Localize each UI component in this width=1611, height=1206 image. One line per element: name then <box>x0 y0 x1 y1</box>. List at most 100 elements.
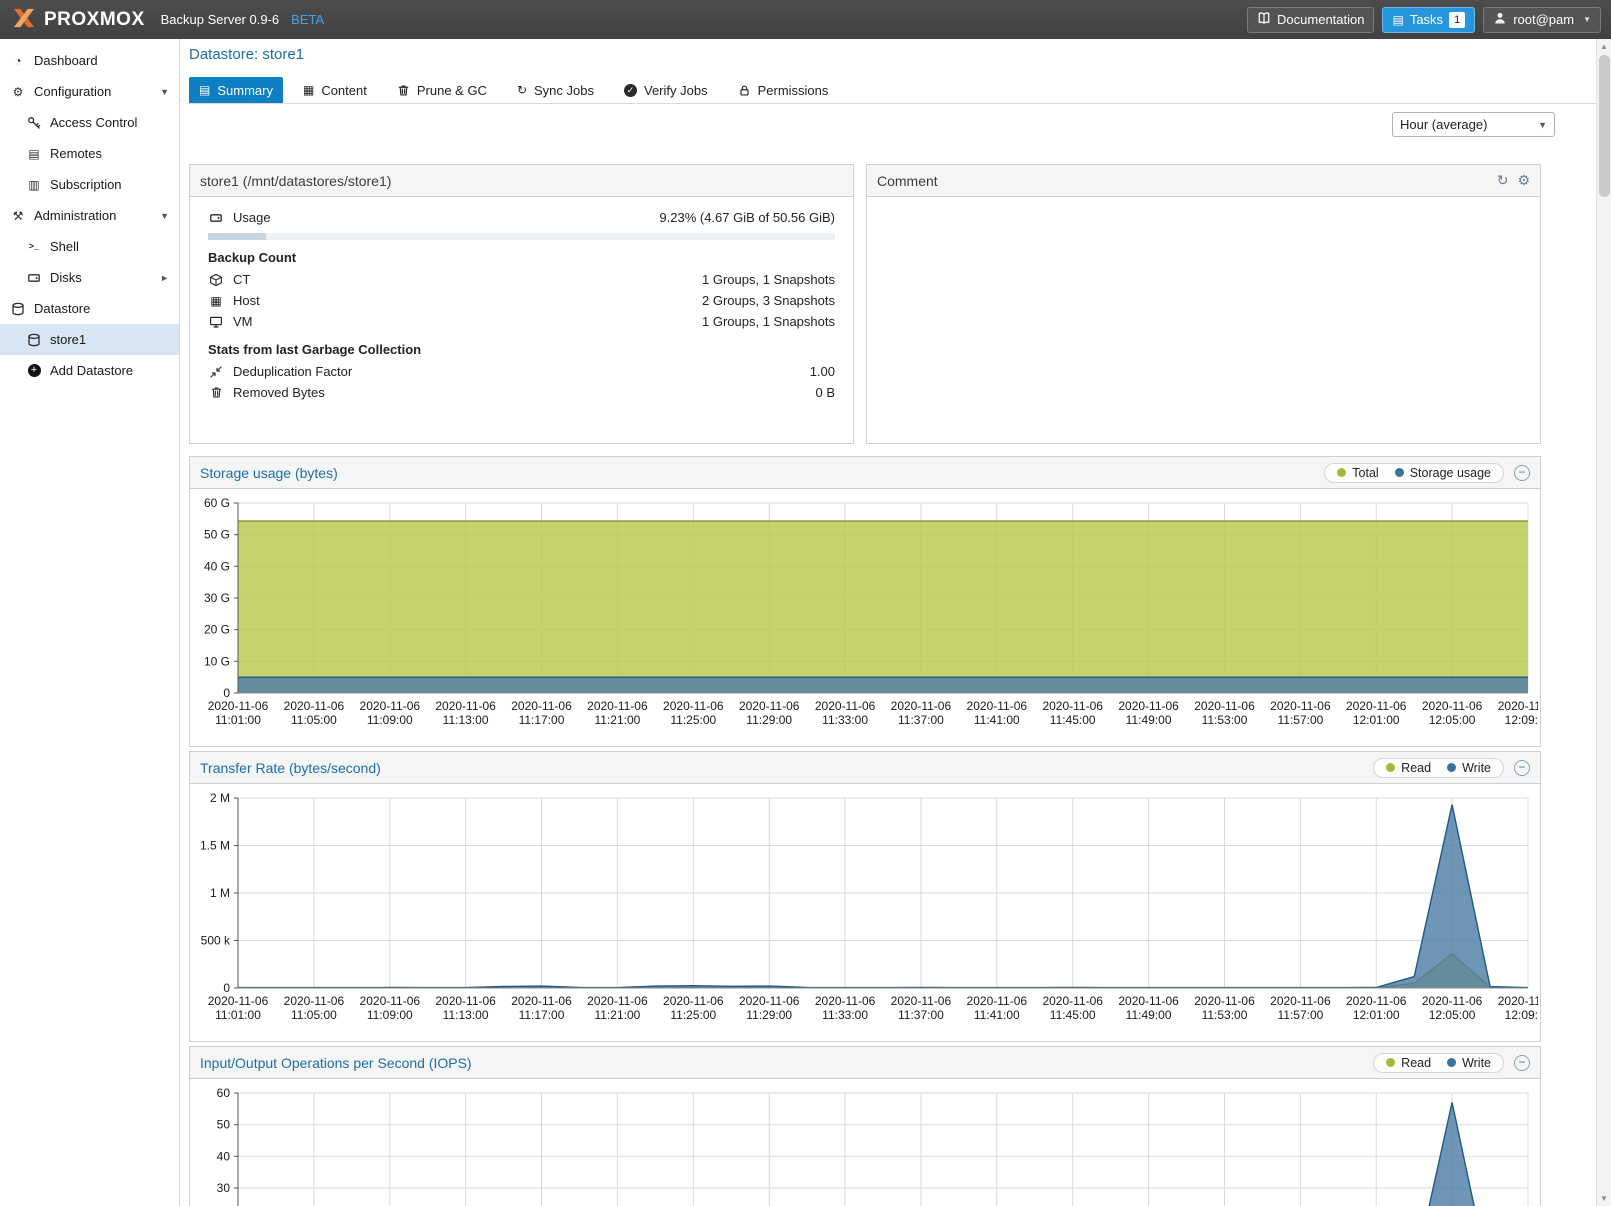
tab-prune-gc[interactable]: Prune & GC <box>387 77 497 103</box>
legend-read[interactable]: Read <box>1386 1056 1431 1070</box>
tab-content[interactable]: ▦ Content <box>293 77 377 103</box>
chevron-down-icon: ▼ <box>1538 120 1547 130</box>
expand-caret-icon[interactable]: ► <box>160 273 169 283</box>
collapse-caret-icon[interactable]: ▼ <box>160 87 169 97</box>
comment-panel: Comment ↻ ⚙ <box>866 164 1541 444</box>
svg-text:11:21:00: 11:21:00 <box>594 1008 640 1022</box>
olive-dot-icon <box>1337 468 1346 477</box>
svg-text:2020-11-06: 2020-11-06 <box>435 994 496 1008</box>
svg-text:2020-11-06: 2020-11-06 <box>1422 699 1483 713</box>
svg-text:11:45:00: 11:45:00 <box>1050 713 1096 727</box>
svg-text:40 G: 40 G <box>204 559 230 573</box>
user-menu-button[interactable]: root@pam ▼ <box>1483 7 1601 33</box>
documentation-button[interactable]: Documentation <box>1247 7 1374 33</box>
transfer-legend: Read Write <box>1373 758 1504 778</box>
brand-text: PROXMOX <box>44 9 145 31</box>
database-icon <box>26 333 42 347</box>
sidebar-item-disks[interactable]: Disks ► <box>0 262 179 293</box>
collapse-minus-icon[interactable]: − <box>1514 1055 1530 1071</box>
gear-icon[interactable]: ⚙ <box>1517 172 1530 189</box>
refresh-icon[interactable]: ↻ <box>1497 172 1509 189</box>
sidebar-item-shell[interactable]: >_ Shell <box>0 231 179 262</box>
proxmox-logo: PROXMOX <box>10 7 145 32</box>
svg-text:11:09:00: 11:09:00 <box>367 1008 413 1022</box>
svg-text:50: 50 <box>217 1118 231 1132</box>
iops-chart: 2020-11-0611:01:002020-11-0611:05:002020… <box>190 1079 1540 1206</box>
legend-total[interactable]: Total <box>1337 466 1378 480</box>
tab-bar: ▤ Summary ▦ Content Prune & GC ↻ Sync Jo… <box>189 77 1596 104</box>
sidebar-item-datastore[interactable]: Datastore <box>0 293 179 324</box>
tab-sync-jobs[interactable]: ↻ Sync Jobs <box>507 77 604 103</box>
svg-text:2020-11-06: 2020-11-06 <box>891 699 952 713</box>
sidebar-item-add-datastore[interactable]: + Add Datastore <box>0 355 179 386</box>
timeframe-select[interactable]: Hour (average) ▼ <box>1392 112 1555 137</box>
svg-text:11:41:00: 11:41:00 <box>974 1008 1020 1022</box>
tasks-count-badge: 1 <box>1449 12 1465 28</box>
collapse-minus-icon[interactable]: − <box>1514 465 1530 481</box>
svg-text:1 M: 1 M <box>210 886 230 900</box>
collapse-caret-icon[interactable]: ▼ <box>160 211 169 221</box>
compress-arrows-icon <box>208 365 224 379</box>
legend-read[interactable]: Read <box>1386 761 1431 775</box>
sidebar-item-remotes[interactable]: ▤ Remotes <box>0 138 179 169</box>
beta-link[interactable]: BETA <box>291 12 324 27</box>
user-icon <box>1493 11 1507 28</box>
legend-write[interactable]: Write <box>1447 761 1491 775</box>
hdd-icon <box>26 271 42 285</box>
svg-text:12:05:00: 12:05:00 <box>1429 713 1476 727</box>
svg-text:11:33:00: 11:33:00 <box>822 713 868 727</box>
svg-text:2020-11-06: 2020-11-06 <box>1118 699 1179 713</box>
dedup-factor-row: Deduplication Factor 1.00 <box>208 361 835 382</box>
svg-text:11:57:00: 11:57:00 <box>1277 713 1323 727</box>
svg-text:11:57:00: 11:57:00 <box>1277 1008 1323 1022</box>
sidebar-item-dashboard[interactable]: ◔ Dashboard <box>0 45 179 76</box>
key-icon <box>26 116 42 130</box>
terminal-icon: >_ <box>26 242 42 252</box>
tab-verify-jobs[interactable]: ✓ Verify Jobs <box>614 77 718 103</box>
olive-dot-icon <box>1386 763 1395 772</box>
svg-text:12:09:00: 12:09:00 <box>1505 1008 1538 1022</box>
database-icon <box>10 302 26 316</box>
hdd-icon <box>208 211 224 225</box>
transfer-rate-header: Transfer Rate (bytes/second) Read Write … <box>190 752 1540 784</box>
grid-icon: ▦ <box>303 83 314 97</box>
svg-text:2020-11-06: 2020-11-06 <box>663 699 724 713</box>
sidebar-item-configuration[interactable]: ⚙ Configuration ▼ <box>0 76 179 107</box>
summary-panel-body: Usage 9.23% (4.67 GiB of 50.56 GiB) Back… <box>190 197 853 443</box>
removed-bytes-row: Removed Bytes 0 B <box>208 382 835 403</box>
svg-text:12:05:00: 12:05:00 <box>1429 1008 1476 1022</box>
legend-write[interactable]: Write <box>1447 1056 1491 1070</box>
svg-text:11:45:00: 11:45:00 <box>1050 1008 1096 1022</box>
svg-text:11:17:00: 11:17:00 <box>519 1008 565 1022</box>
svg-text:30: 30 <box>217 1181 231 1195</box>
vertical-scrollbar[interactable]: ▲ ▼ <box>1596 39 1611 1206</box>
scroll-down-icon[interactable]: ▼ <box>1597 1191 1611 1206</box>
comment-panel-body[interactable] <box>867 197 1540 443</box>
svg-text:11:05:00: 11:05:00 <box>291 1008 337 1022</box>
svg-text:2020-11-06: 2020-11-06 <box>208 699 269 713</box>
svg-text:2020-11-06: 2020-11-06 <box>967 994 1028 1008</box>
tab-summary[interactable]: ▤ Summary <box>189 77 283 103</box>
scroll-up-icon[interactable]: ▲ <box>1597 39 1611 54</box>
lock-icon <box>738 84 751 97</box>
proxmox-backup-server-app: { "colors": { "brand_orange": "#e66c2c",… <box>0 0 1611 1206</box>
tasks-list-icon: ▤ <box>1392 13 1403 27</box>
sidebar-item-access-control[interactable]: Access Control <box>0 107 179 138</box>
server-rows-icon: ▤ <box>26 147 42 161</box>
svg-text:2020-11-06: 2020-11-06 <box>967 699 1028 713</box>
tab-permissions[interactable]: Permissions <box>728 77 839 103</box>
sidebar-item-store1[interactable]: store1 <box>0 324 179 355</box>
svg-text:2020-11-06: 2020-11-06 <box>891 994 952 1008</box>
scrollbar-thumb[interactable] <box>1599 55 1610 197</box>
blue-dot-icon <box>1447 763 1456 772</box>
sidebar-item-subscription[interactable]: ▥ Subscription <box>0 169 179 200</box>
sidebar-item-administration[interactable]: ⚒ Administration ▼ <box>0 200 179 231</box>
svg-text:11:29:00: 11:29:00 <box>746 713 792 727</box>
svg-text:11:17:00: 11:17:00 <box>519 713 565 727</box>
collapse-minus-icon[interactable]: − <box>1514 760 1530 776</box>
top-bar: PROXMOX Backup Server 0.9-6 BETA Documen… <box>0 0 1611 39</box>
legend-storage-usage[interactable]: Storage usage <box>1395 466 1491 480</box>
svg-text:11:29:00: 11:29:00 <box>746 1008 792 1022</box>
tasks-button[interactable]: ▤ Tasks 1 <box>1382 7 1475 33</box>
svg-text:11:25:00: 11:25:00 <box>670 1008 716 1022</box>
